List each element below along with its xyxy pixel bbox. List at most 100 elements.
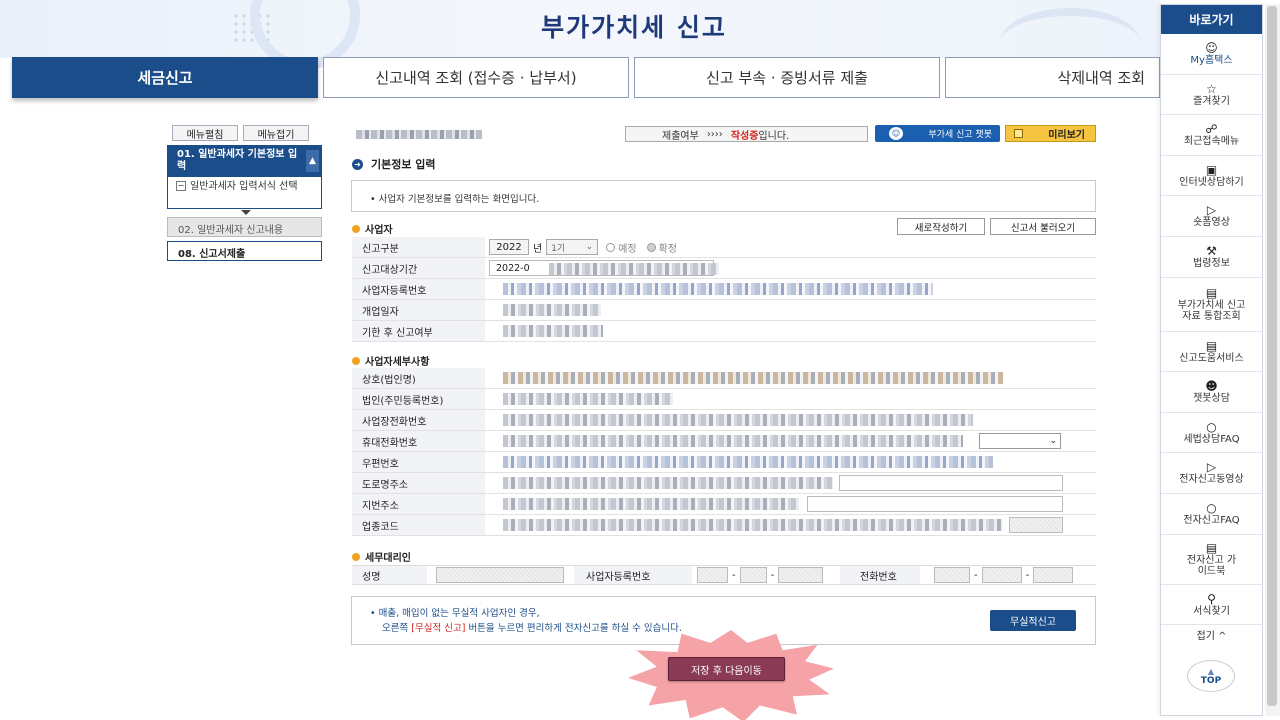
company-name-label: 상호(법인명) (352, 368, 485, 388)
industry-code-label: 업종코드 (352, 515, 485, 535)
quick-guidebook[interactable]: ▤ 전자신고 가이드북 (1161, 535, 1262, 585)
quick-vat-data[interactable]: ▤ 부가가치세 신고자료 통합조회 (1161, 278, 1262, 332)
radio-planned[interactable]: 예정 (606, 240, 637, 255)
agent-biz-no-3[interactable] (778, 567, 824, 583)
step-basic-info-label: 01. 일반과세자 기본정보 입력 (177, 149, 298, 172)
preview-button[interactable]: 미리보기 (1005, 125, 1096, 142)
quick-e-report-faq[interactable]: ○ 전자신고FAQ (1161, 494, 1262, 535)
play-icon: ▷ (1206, 460, 1217, 475)
late-report-row: 기한 후 신고여부 (352, 321, 1096, 342)
agent-phone-2[interactable] (981, 567, 1022, 583)
save-next-button[interactable]: 저장 후 다음이동 (668, 657, 785, 681)
menu-collapse-button[interactable]: 메뉴접기 (243, 125, 309, 141)
redacted-value (503, 435, 963, 447)
biz-no-label: 사업자등록번호 (352, 279, 485, 299)
quick-tax-faq[interactable]: ○ 세법상담FAQ (1161, 413, 1262, 454)
person-icon: ☺ (1205, 41, 1218, 56)
period-value: 1기 (551, 243, 566, 254)
corp-no-row: 법인(주민등록번호) (352, 389, 1096, 410)
quick-short-video[interactable]: ▷ 숏폼영상 (1161, 196, 1262, 237)
business-section-title: 사업자 (352, 221, 393, 236)
redacted-value (503, 519, 1003, 531)
quick-label: 전자신고동영상 (1179, 474, 1244, 486)
tab-deleted-history[interactable]: 삭제내역 조회 (945, 57, 1160, 98)
notice-highlight: [무실적 신고] (411, 622, 466, 634)
quick-label: 법령정보 (1193, 258, 1230, 270)
quick-label: 숏폼영상 (1193, 217, 1230, 229)
agent-phone-1[interactable] (934, 567, 970, 583)
chatbot-label: 부가세 신고 챗봇 (928, 130, 992, 140)
load-report-button[interactable]: 신고서 불러오기 (990, 218, 1096, 235)
redacted-value (503, 498, 799, 510)
road-address-row: 도로명주소 (352, 473, 1096, 494)
agent-phone-3[interactable] (1033, 567, 1074, 583)
chat-icon: ○ (1206, 419, 1217, 434)
agent-name-field[interactable] (436, 567, 564, 583)
mobile-carrier-select[interactable]: ⌄ (979, 433, 1061, 449)
agent-biz-no-1[interactable] (697, 567, 728, 583)
dash: - (732, 569, 736, 581)
report-type-label: 신고구분 (352, 237, 485, 257)
quick-fold-button[interactable]: 접기 ^ (1161, 625, 1262, 643)
year-field[interactable]: 2022 (489, 239, 529, 255)
notice-line2-pre: 오른쪽 (382, 622, 409, 634)
quick-chatbot[interactable]: ☻ 챗봇상담 (1161, 372, 1262, 413)
postal-label: 우편번호 (352, 452, 485, 472)
redacted-user-info (356, 130, 482, 139)
book-icon: ▤ (1205, 541, 1218, 556)
quick-e-report-video[interactable]: ▷ 전자신고동영상 (1161, 453, 1262, 494)
step-basic-info[interactable]: 01. 일반과세자 기본정보 입력 ▲ (167, 145, 322, 177)
lot-address-detail-field[interactable] (807, 496, 1063, 512)
chevron-down-icon: ⌄ (1049, 436, 1057, 446)
minus-icon: − (176, 181, 186, 191)
arrow-right-icon: ➜ (352, 158, 363, 170)
tab-report-history[interactable]: 신고내역 조회 (접수증 · 납부서) (323, 57, 629, 98)
chatbot-button[interactable]: ☺ 부가세 신고 챗봇 (875, 125, 1000, 142)
tab-attachments[interactable]: 신고 부속 · 증빙서류 제출 (634, 57, 940, 98)
quick-recent[interactable]: ☍ 최근접속메뉴 (1161, 115, 1262, 156)
report-period-value: 2022-0 (496, 262, 530, 274)
corp-no-label: 법인(주민등록번호) (352, 389, 485, 409)
gavel-icon: ⚒ (1206, 244, 1217, 259)
dash: - (974, 569, 978, 581)
chevron-up-icon[interactable]: ▲ (306, 150, 319, 172)
quick-form-search[interactable]: ⚲ 서식찾기 (1161, 585, 1262, 626)
play-icon: ▷ (1206, 203, 1217, 218)
postal-row: 우편번호 (352, 452, 1096, 473)
redacted-value (503, 372, 1003, 384)
mobile-label: 휴대전화번호 (352, 431, 485, 451)
status-suffix: 입니다. (758, 130, 790, 142)
new-write-button[interactable]: 새로작성하기 (897, 218, 985, 235)
agent-biz-no-2[interactable] (739, 567, 767, 583)
laptop-icon: ▣ (1205, 162, 1218, 177)
nil-report-button[interactable]: 무실적신고 (990, 610, 1076, 631)
agent-section-title: 세무대리인 (352, 549, 411, 564)
redacted-value (503, 477, 833, 489)
quick-online-consult[interactable]: ▣ 인터넷상담하기 (1161, 156, 1262, 197)
step-submit[interactable]: 08. 신고서제출 (167, 241, 322, 261)
industry-code-field[interactable] (1009, 517, 1063, 533)
industry-code-row: 업종코드 (352, 515, 1096, 536)
menu-expand-button[interactable]: 메뉴펼침 (172, 125, 238, 141)
quick-label: My홈택스 (1190, 55, 1233, 67)
status-label: 제출여부 (662, 130, 699, 142)
quick-label: 인터넷상담하기 (1179, 176, 1244, 188)
quick-favorites[interactable]: ☆ 즐겨찾기 (1161, 75, 1262, 116)
quick-my-hometax[interactable]: ☺ My홈택스 (1161, 34, 1262, 75)
quick-menu: 바로가기 ☺ My홈택스 ☆ 즐겨찾기 ☍ 최근접속메뉴 ▣ 인터넷상담하기 ▷ 숏폼영상… (1160, 4, 1263, 716)
preview-icon (1014, 129, 1023, 138)
step-basic-info-sub[interactable]: − 일반과세자 입력서식 선택 (167, 177, 322, 209)
search-icon: ⚲ (1207, 591, 1216, 606)
quick-help-service[interactable]: ▤ 신고도움서비스 (1161, 332, 1262, 373)
dash: - (1025, 569, 1030, 581)
scrollbar-thumb[interactable] (1267, 6, 1277, 706)
top-button[interactable]: ▲ TOP (1187, 660, 1235, 692)
step-report-content[interactable]: 02. 일반과세자 신고내용 (167, 217, 322, 237)
radio-final[interactable]: 확정 (646, 240, 677, 255)
tab-tax-report[interactable]: 세금신고 (12, 57, 318, 98)
quick-law-info[interactable]: ⚒ 법령정보 (1161, 237, 1262, 278)
period-select[interactable]: 1기 ⌄ (546, 239, 599, 255)
details-section-title: 사업자세부사항 (352, 353, 429, 368)
report-period-label: 신고대상기간 (352, 258, 485, 278)
road-address-detail-field[interactable] (839, 475, 1063, 491)
